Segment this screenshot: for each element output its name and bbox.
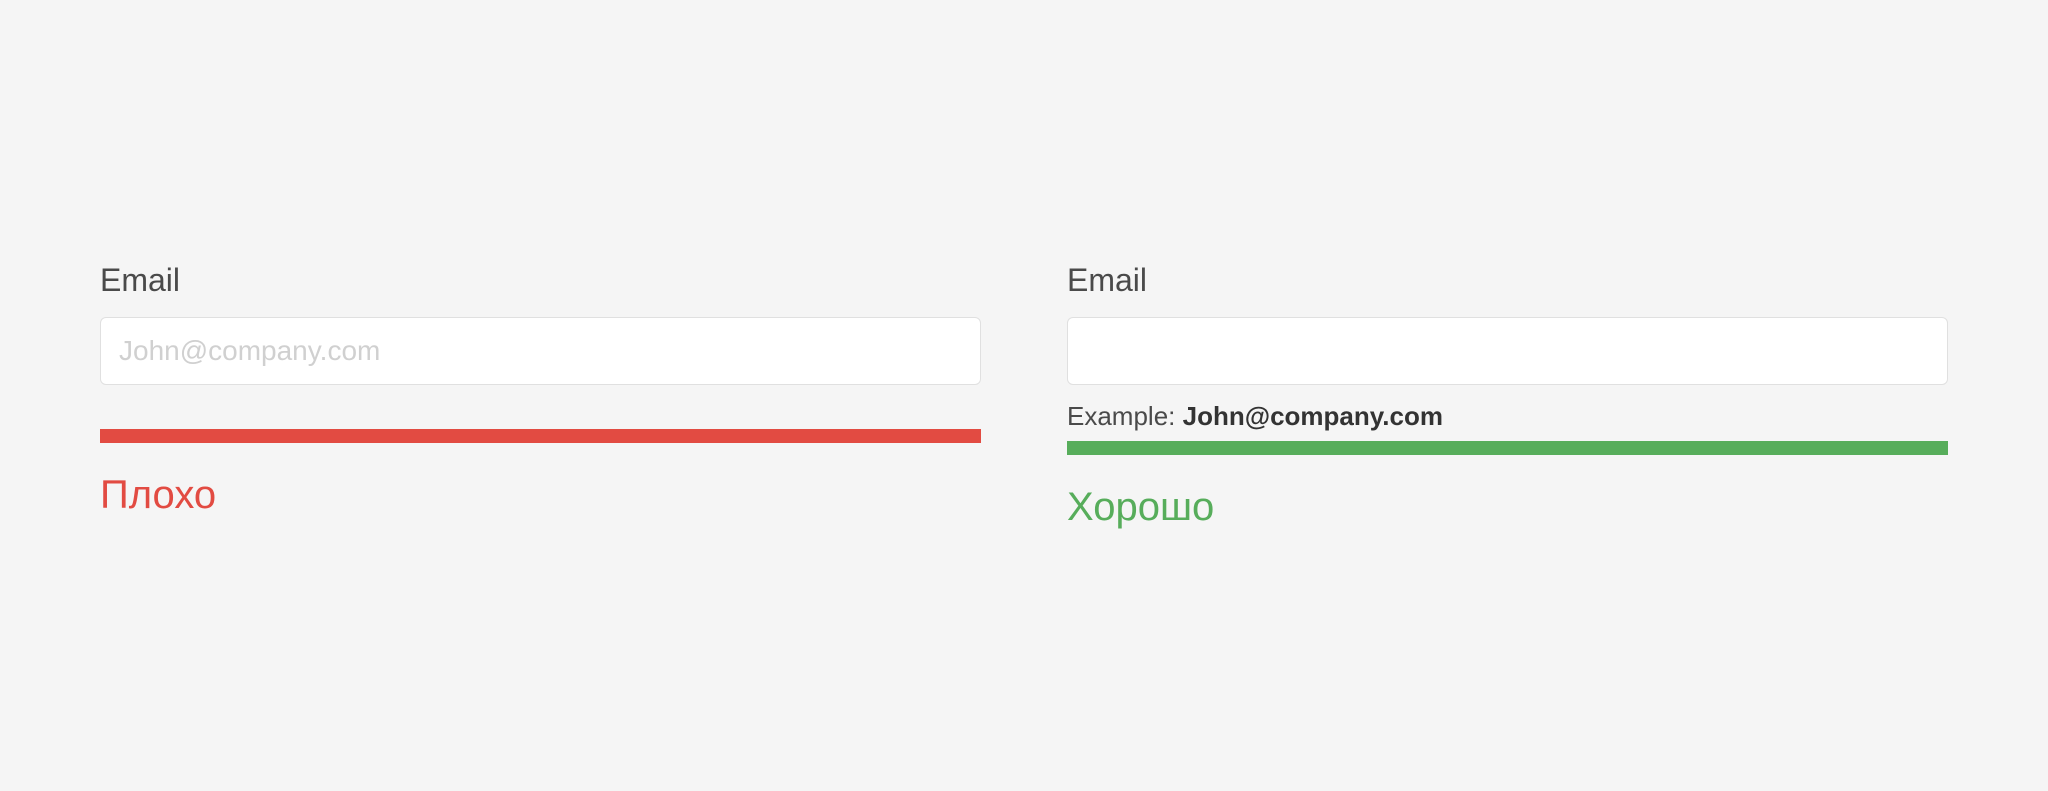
- divider-bar-good: [1067, 441, 1948, 455]
- divider-bar-bad: [100, 429, 981, 443]
- email-hint: Example: John@company.com: [1067, 401, 1948, 432]
- email-label-good: Email: [1067, 262, 1948, 299]
- email-input-bad[interactable]: [100, 317, 981, 385]
- hint-prefix: Example:: [1067, 401, 1183, 431]
- hint-value: John@company.com: [1183, 401, 1443, 431]
- comparison-container: Email Плохо Email Example: John@company.…: [0, 262, 2048, 530]
- email-label-bad: Email: [100, 262, 981, 299]
- email-input-good[interactable]: [1067, 317, 1948, 385]
- verdict-bad: Плохо: [100, 473, 981, 518]
- good-example-panel: Email Example: John@company.com Хорошо: [1067, 262, 1948, 530]
- verdict-good: Хорошо: [1067, 485, 1948, 530]
- bad-example-panel: Email Плохо: [100, 262, 981, 530]
